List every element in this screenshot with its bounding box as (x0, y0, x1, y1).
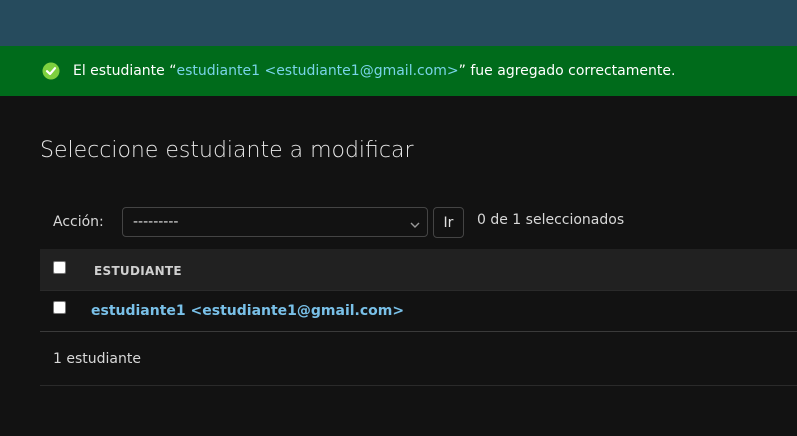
success-message: El estudiante “estudiante1 <estudiante1@… (0, 46, 797, 96)
column-header-estudiante[interactable]: ESTUDIANTE (94, 264, 182, 278)
message-object-link[interactable]: estudiante1 <estudiante1@gmail.com> (177, 63, 459, 79)
row-link[interactable]: estudiante1 <estudiante1@gmail.com> (91, 303, 404, 319)
action-select-value: --------- (133, 214, 179, 230)
admin-header-bar (0, 0, 797, 46)
chevron-down-icon (409, 216, 421, 228)
check-circle-icon (42, 62, 60, 80)
action-select[interactable]: --------- (122, 207, 428, 237)
actions-bar: Acción: --------- Ir 0 de 1 seleccionado… (53, 207, 624, 238)
go-button[interactable]: Ir (433, 207, 464, 238)
message-suffix: ” fue agregado correctamente. (458, 63, 676, 79)
action-label: Acción: (53, 214, 104, 230)
row-checkbox[interactable] (53, 301, 66, 314)
message-prefix: El estudiante “ (73, 63, 177, 79)
result-count: 1 estudiante (53, 351, 141, 367)
page-title: Seleccione estudiante a modificar (40, 138, 414, 163)
table-header: ESTUDIANTE (40, 249, 797, 291)
result-count-footer: 1 estudiante (40, 332, 797, 386)
table-row: estudiante1 <estudiante1@gmail.com> (40, 291, 797, 332)
selection-counter: 0 de 1 seleccionados (477, 212, 625, 228)
success-message-text: El estudiante “estudiante1 <estudiante1@… (73, 63, 675, 79)
select-all-checkbox[interactable] (53, 261, 66, 274)
